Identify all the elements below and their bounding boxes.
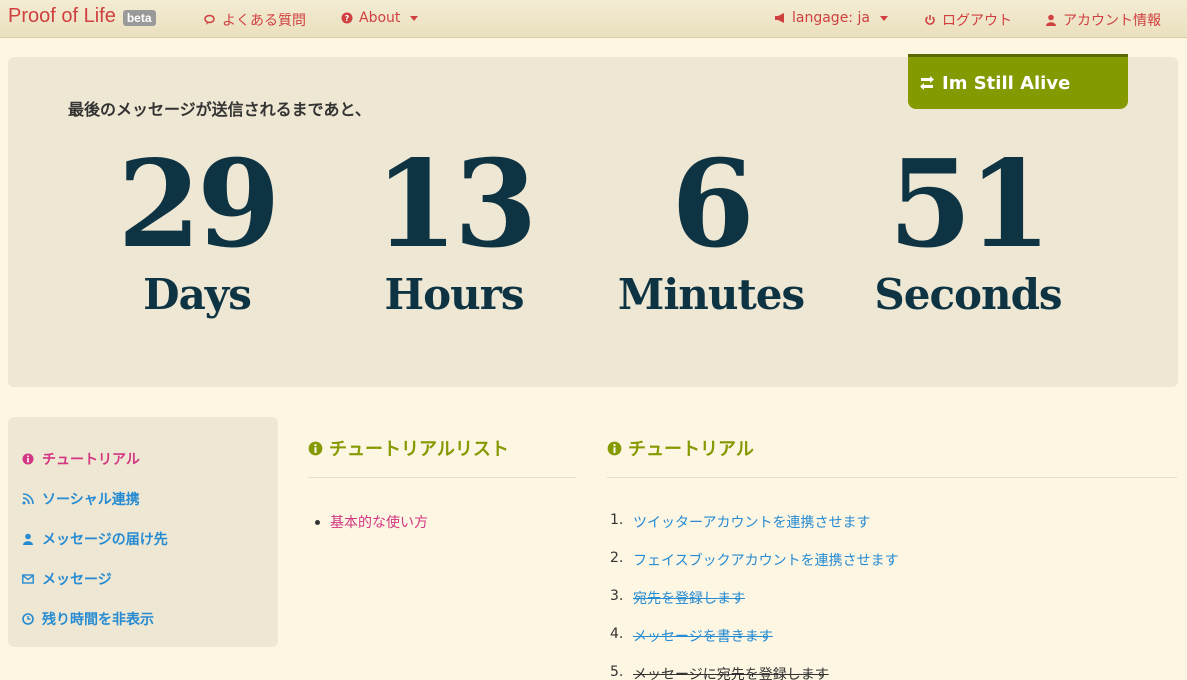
- step-number: 5.: [610, 664, 624, 680]
- brand-link[interactable]: Proof of Life beta: [8, 5, 156, 28]
- navbar: Proof of Life beta よくある質問 ? About langag…: [0, 0, 1187, 38]
- divider: [308, 477, 576, 478]
- countdown-value: 13: [374, 134, 538, 275]
- svg-text:?: ?: [345, 14, 350, 23]
- tutorial-title: チュートリアル: [607, 435, 754, 461]
- list-item: 4. メッセージを書きます: [610, 626, 899, 664]
- rss-icon: [22, 493, 34, 505]
- still-alive-label: Im Still Alive: [942, 72, 1071, 94]
- logout-label: ログアウト: [942, 13, 1012, 29]
- countdown-unit: Hours: [384, 270, 524, 319]
- info-icon: [607, 441, 622, 455]
- bullhorn-icon: [775, 13, 784, 23]
- brand-title: Proof of Life: [8, 5, 116, 27]
- tutorial-basic-link[interactable]: 基本的な使い方: [330, 512, 428, 532]
- beta-badge: beta: [122, 9, 156, 26]
- countdown-unit: Minutes: [617, 270, 805, 319]
- sidebar-item-hide-time[interactable]: 残り時間を非表示: [8, 599, 278, 639]
- tutorial-heading: チュートリアル: [628, 439, 754, 460]
- countdown-unit: Seconds: [874, 270, 1062, 319]
- step-number: 3.: [610, 588, 624, 604]
- countdown-minutes: 6 Minutes: [591, 140, 831, 320]
- sidebar-item-label: ソーシャル連携: [42, 492, 140, 508]
- countdown-value: 6: [671, 134, 755, 275]
- sidebar: チュートリアル ソーシャル連携 メッセージの届け先 メッセージ 残り時間を非表示: [8, 417, 278, 647]
- sidebar-item-social[interactable]: ソーシャル連携: [8, 479, 278, 519]
- account-link[interactable]: アカウント情報: [1045, 10, 1161, 30]
- info-icon: [308, 441, 323, 455]
- about-label: About: [359, 10, 401, 26]
- list-item: 基本的な使い方: [315, 512, 428, 532]
- countdown-lead: 最後のメッセージが送信されるまであと、: [68, 100, 371, 119]
- countdown-value: 51: [888, 134, 1052, 275]
- clock-icon: [22, 613, 34, 625]
- chevron-down-icon: [879, 15, 888, 21]
- retweet-icon: [920, 76, 934, 90]
- faq-label: よくある質問: [222, 13, 306, 29]
- language-label: langage: ja: [792, 10, 870, 26]
- still-alive-button[interactable]: Im Still Alive: [908, 54, 1128, 109]
- tutorial-list-title: チュートリアルリスト: [308, 435, 509, 461]
- divider: [607, 477, 1177, 478]
- countdown-seconds: 51 Seconds: [848, 140, 1088, 320]
- sidebar-item-message[interactable]: メッセージ: [8, 559, 278, 599]
- step-number: 2.: [610, 550, 624, 566]
- sidebar-item-label: チュートリアル: [42, 452, 140, 468]
- language-dropdown[interactable]: langage: ja: [774, 10, 888, 26]
- step-link-assign-recipient[interactable]: メッセージに宛先を登録します: [633, 664, 829, 680]
- countdown-hours: 13 Hours: [334, 140, 574, 320]
- tutorial-list-heading: チュートリアルリスト: [329, 439, 509, 460]
- user-icon: [1046, 14, 1056, 26]
- step-link-twitter[interactable]: ツイッターアカウントを連携させます: [633, 512, 870, 532]
- tutorial-steps: 1. ツイッターアカウントを連携させます 2. フェイスブックアカウントを連携さ…: [610, 512, 899, 680]
- sidebar-item-label: メッセージの届け先: [42, 532, 168, 548]
- countdown-unit: Days: [143, 270, 252, 319]
- step-link-write-message[interactable]: メッセージを書きます: [633, 626, 773, 646]
- step-link-facebook[interactable]: フェイスブックアカウントを連携させます: [633, 550, 899, 570]
- list-item: 1. ツイッターアカウントを連携させます: [610, 512, 899, 550]
- logout-link[interactable]: ログアウト: [924, 10, 1012, 30]
- info-icon: [22, 453, 34, 465]
- countdown-value: 29: [117, 134, 281, 275]
- step-number: 1.: [610, 512, 624, 528]
- question-circle-icon: ?: [341, 12, 353, 24]
- bullet: [315, 519, 320, 525]
- about-dropdown[interactable]: ? About: [341, 10, 419, 26]
- countdown-days: 29 Days: [77, 140, 317, 320]
- sidebar-item-label: メッセージ: [42, 572, 112, 588]
- chevron-down-icon: [410, 15, 419, 21]
- sidebar-item-recipients[interactable]: メッセージの届け先: [8, 519, 278, 559]
- faq-link[interactable]: よくある質問: [204, 10, 306, 30]
- list-item: 3. 宛先を登録します: [610, 588, 899, 626]
- account-label: アカウント情報: [1063, 13, 1161, 29]
- step-link-recipient[interactable]: 宛先を登録します: [633, 588, 745, 608]
- list-item: 5. メッセージに宛先を登録します: [610, 664, 899, 680]
- sidebar-item-label: 残り時間を非表示: [42, 612, 154, 628]
- envelope-icon: [22, 574, 34, 584]
- user-icon: [23, 533, 33, 545]
- power-icon: [925, 15, 935, 25]
- tutorial-list: 基本的な使い方: [315, 512, 428, 532]
- comments-icon: [204, 14, 215, 25]
- step-number: 4.: [610, 626, 624, 642]
- sidebar-item-tutorial[interactable]: チュートリアル: [8, 439, 278, 479]
- list-item: 2. フェイスブックアカウントを連携させます: [610, 550, 899, 588]
